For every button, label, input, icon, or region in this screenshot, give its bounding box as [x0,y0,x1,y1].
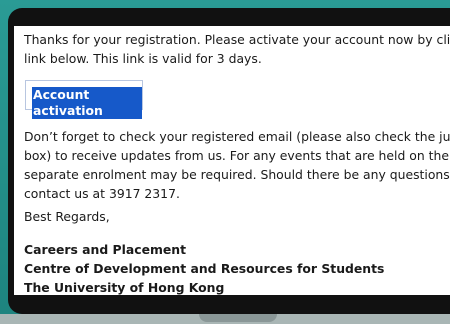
info-line: separate enrolment may be required. Shou… [24,167,450,182]
signature-line: Careers and Placement [24,242,187,257]
email-screen: Thanks for your registration. Please act… [14,26,450,295]
laptop-frame: Thanks for your registration. Please act… [0,0,450,324]
intro-paragraph: Thanks for your registration. Please act… [24,30,450,68]
info-line: Don’t forget to check your registered em… [24,129,450,144]
closing-text: Best Regards, [24,209,110,224]
activation-link-box: Account activation [25,80,143,119]
signature-block: Careers and Placement Centre of Developm… [24,240,384,295]
account-activation-link[interactable]: Account activation [32,87,142,119]
laptop-notch [199,314,277,322]
intro-line: link below. This link is valid for 3 day… [24,51,262,66]
info-paragraph: Don’t forget to check your registered em… [24,127,450,203]
info-line: contact us at 3917 2317. [24,186,180,201]
info-line: box) to receive updates from us. For any… [24,148,450,163]
signature-line: The University of Hong Kong [24,280,225,295]
intro-line: Thanks for your registration. Please act… [24,32,450,47]
signature-line: Centre of Development and Resources for … [24,261,385,276]
